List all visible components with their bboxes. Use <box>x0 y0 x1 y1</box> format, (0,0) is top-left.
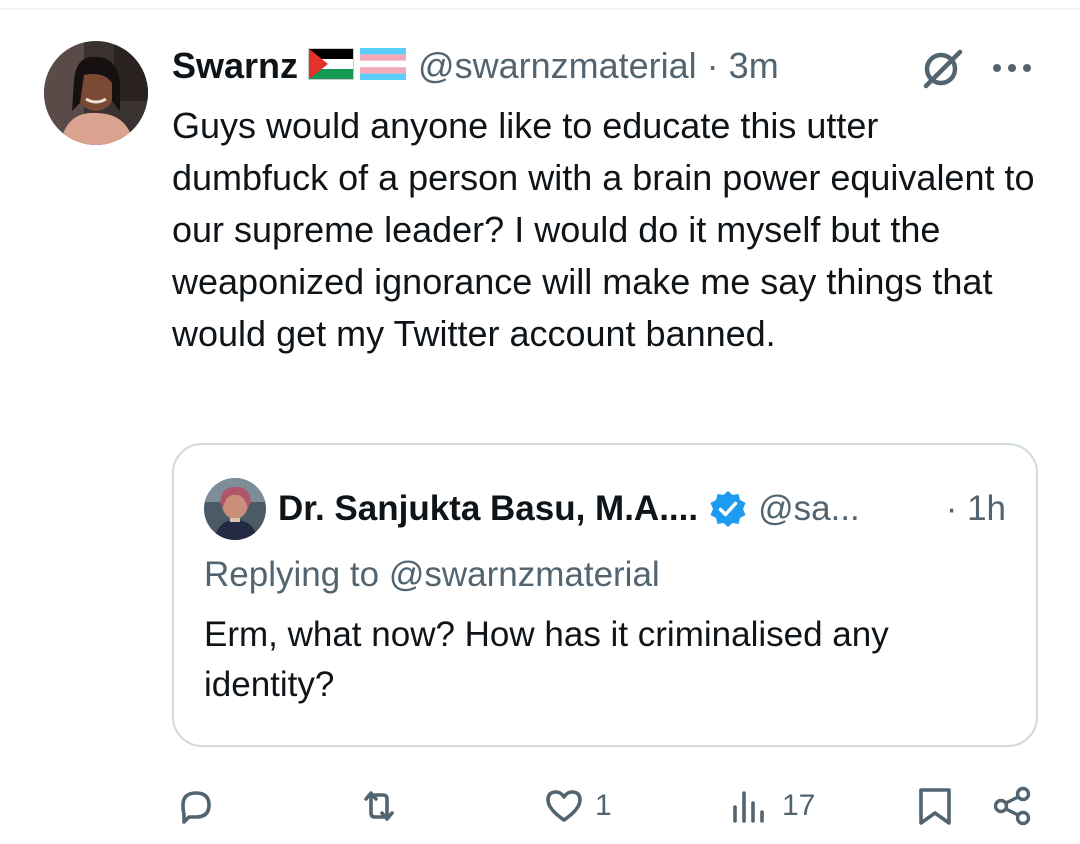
heart-icon <box>546 790 582 822</box>
tweet-header: Swarnz @swarnzmaterial · 3m <box>172 44 779 88</box>
quoted-tweet[interactable]: Dr. Sanjukta Basu, M.A.... @sa... · 1h R… <box>172 443 1038 747</box>
bookmark-button[interactable] <box>914 784 956 828</box>
views-count: 17 <box>782 789 816 822</box>
reply-button[interactable] <box>175 784 227 828</box>
quoted-author-avatar[interactable] <box>204 478 266 540</box>
reply-icon <box>181 791 211 824</box>
separator-dot: · <box>706 45 719 86</box>
palestine-flag-icon <box>308 47 355 85</box>
tweet-time[interactable]: 3m <box>729 45 779 87</box>
tweet-text: Guys would anyone like to educate this u… <box>172 105 1035 354</box>
author-avatar[interactable] <box>44 41 148 145</box>
author-display-name[interactable]: Swarnz <box>172 45 298 87</box>
author-handle[interactable]: @swarnzmaterial <box>418 45 697 87</box>
replying-to[interactable]: Replying to @swarnzmaterial <box>204 555 660 595</box>
share-button[interactable] <box>992 784 1034 828</box>
share-icon <box>993 786 1031 826</box>
quoted-tweet-header: Dr. Sanjukta Basu, M.A.... @sa... · 1h <box>278 485 1018 533</box>
transgender-flag-icon <box>360 47 407 85</box>
tweet[interactable]: Swarnz @swarnzmaterial · 3m Guys would a… <box>0 0 1080 844</box>
quoted-author-handle[interactable]: @sa... <box>758 489 860 529</box>
more-icon[interactable] <box>990 56 1034 80</box>
quoted-tweet-time[interactable]: · 1h <box>946 489 1006 529</box>
retweet-button[interactable] <box>358 784 410 828</box>
views-icon <box>733 791 764 823</box>
like-count: 1 <box>595 789 612 822</box>
bookmark-icon <box>919 788 951 825</box>
grok-icon[interactable] <box>920 46 964 90</box>
verified-badge-icon <box>708 489 748 529</box>
like-button[interactable]: 1 <box>543 784 612 828</box>
quoted-tweet-text: Erm, what now? How has it criminalised a… <box>204 615 889 704</box>
views-button[interactable]: 17 <box>730 784 815 828</box>
quoted-author-display-name[interactable]: Dr. Sanjukta Basu, M.A.... <box>278 489 698 529</box>
retweet-icon <box>364 791 394 821</box>
